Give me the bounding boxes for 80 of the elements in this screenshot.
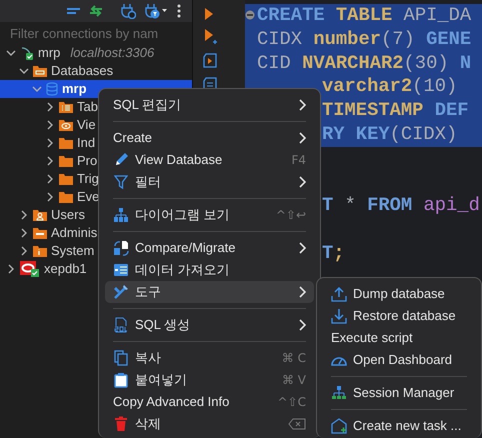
code-line: RY KEY(CIDX) (322, 122, 458, 147)
tree-item[interactable]: Databases (0, 62, 192, 80)
folder-icon (59, 155, 73, 167)
import-icon (113, 263, 129, 277)
tree-label: Tab (77, 98, 98, 116)
shortcut-label: ^⇧↩ (276, 207, 306, 224)
link-arrows-icon[interactable] (88, 4, 104, 18)
menu-item[interactable]: Session Manager (323, 382, 475, 404)
tree-label: System (51, 242, 94, 260)
hierarchy-icon (113, 207, 129, 223)
script-run-icon[interactable] (203, 52, 217, 70)
tree-label: Databases (51, 62, 114, 80)
plug-filter-icon[interactable] (144, 3, 168, 19)
menu-item[interactable]: Create (105, 127, 314, 149)
download-icon (331, 308, 347, 324)
menu-item[interactable]: 복사 ⌘ C (105, 347, 314, 369)
compare-icon (113, 240, 129, 256)
run-icon[interactable] (203, 6, 215, 22)
code-line: CIDX number(7) GENE (257, 28, 472, 52)
shortcut-label: ⌘ V (282, 372, 306, 389)
folder-icon (33, 227, 47, 239)
menu-item[interactable]: 도구 (105, 281, 314, 303)
tree-item[interactable]: mrp localhost:3306 (0, 44, 192, 62)
folder-icon (59, 191, 73, 203)
folder-icon (59, 101, 73, 113)
delete-key-icon (288, 418, 306, 430)
code-line: CREATE TABLE API_DA (257, 4, 472, 28)
database-icon (46, 82, 58, 96)
menu-item[interactable]: Open Dashboard (323, 349, 475, 371)
tree-label: Users (51, 206, 85, 224)
tree-label: Adminis (51, 224, 98, 242)
plug-icon[interactable] (120, 3, 136, 19)
folder-icon (59, 119, 73, 131)
code-line: T * FROM api_d (322, 194, 480, 218)
folder-icon (33, 209, 47, 221)
menu-item[interactable]: Dump database (323, 283, 475, 305)
hierarchy-icon (331, 386, 347, 400)
tree-label: Trig (77, 170, 99, 188)
menu-item[interactable]: Create new task ... (323, 415, 475, 437)
filter-field[interactable]: Filter connections by nam (0, 22, 192, 44)
menu-item[interactable]: 붙여넣기 ⌘ V (105, 369, 314, 391)
menu-item[interactable]: 다이어그램 보기 ^⇧↩ (105, 204, 314, 226)
menu-item[interactable]: Copy Advanced Info ^⇧C (105, 391, 314, 413)
tree-label: Vie (77, 116, 96, 134)
menu-item[interactable]: 삭제 (105, 413, 314, 435)
menu-item[interactable]: Execute script (323, 327, 475, 349)
shortcut-label: ^⇧C (278, 394, 306, 411)
code-line: varchar2(10) (322, 75, 458, 100)
shortcut-label: ⌘ C (282, 350, 306, 367)
code-line: CID NVARCHAR2(30) N (257, 52, 472, 76)
tree-label: mrp (38, 44, 60, 62)
pencil-icon (113, 152, 129, 168)
folder-icon (33, 245, 47, 257)
upload-icon (331, 286, 347, 302)
code-line: TIMESTAMP DEF (322, 99, 469, 123)
menu-item[interactable]: View Database F4 (105, 149, 314, 171)
menu-item[interactable]: SQL 생성 (105, 314, 314, 336)
folder-icon (59, 137, 73, 149)
host-label: localhost:3306 (70, 44, 154, 62)
tree-label: Eve (77, 188, 100, 206)
copy-icon (114, 350, 128, 366)
clipboard-icon (114, 372, 128, 388)
task-icon (331, 418, 347, 434)
filter-icon (114, 174, 128, 190)
tools-icon (113, 284, 129, 300)
tree-label: xepdb1 (44, 260, 87, 278)
menu-item[interactable]: 데이터 가져오기 (105, 259, 314, 281)
sql-file-icon (113, 317, 129, 333)
menu-item[interactable]: Restore database (323, 305, 475, 327)
tree-label: Pro (77, 152, 98, 170)
shortcut-label: F4 (291, 152, 306, 169)
folder-icon (33, 65, 47, 77)
code-line: T; (322, 242, 345, 266)
more-icon[interactable] (176, 3, 182, 19)
folder-icon (59, 173, 73, 185)
tree-label: mrp (62, 80, 87, 98)
run-new-icon[interactable] (203, 28, 217, 46)
oracle-icon (20, 261, 40, 277)
tree-label: Ind (77, 134, 96, 152)
trash-icon (114, 416, 128, 432)
